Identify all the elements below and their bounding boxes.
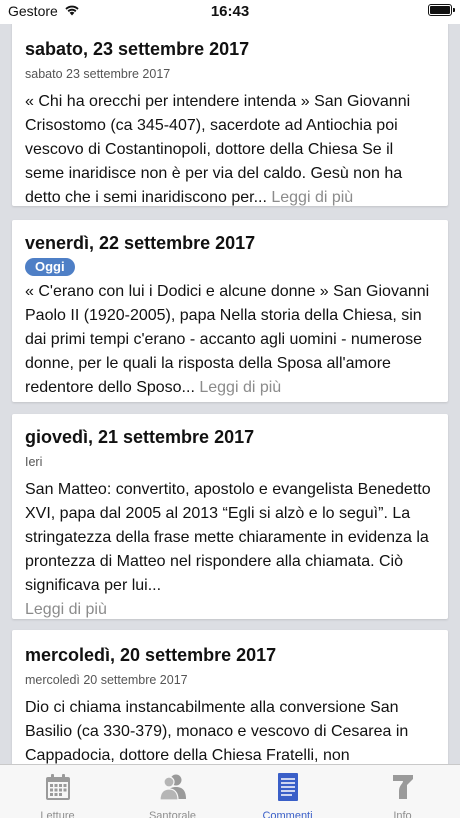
card-excerpt-text: San Matteo: convertito, apostolo e evang… [25, 481, 431, 594]
info-icon [387, 771, 419, 808]
read-more-link[interactable]: Leggi di più [271, 189, 353, 206]
card-subtitle: Ieri [25, 455, 43, 469]
battery-icon [428, 4, 455, 16]
read-more-link[interactable]: Leggi di più [199, 379, 281, 396]
tab-label: Santorale [148, 810, 197, 818]
comment-card[interactable]: venerdì, 22 settembre 2017 Oggi « C'eran… [12, 220, 448, 402]
card-date: mercoledì, 20 settembre 2017 [25, 645, 277, 665]
card-date: venerdì, 22 settembre 2017 [25, 233, 256, 253]
tab-label: Letture [40, 810, 75, 818]
calendar-icon [42, 771, 74, 808]
card-excerpt: San Matteo: convertito, apostolo e evang… [25, 478, 435, 622]
status-bar: Gestore 16:43 [0, 0, 460, 24]
comment-card[interactable]: giovedì, 21 settembre 2017 Ieri San Matt… [12, 414, 448, 619]
card-excerpt: Dio ci chiama instancabilmente alla conv… [25, 696, 435, 764]
comment-card[interactable]: mercoledì, 20 settembre 2017 mercoledì 2… [12, 630, 448, 764]
today-badge: Oggi [25, 258, 75, 276]
people-icon [157, 771, 189, 808]
read-more-link[interactable]: Leggi di più [25, 601, 107, 618]
card-subtitle: sabato 23 settembre 2017 [25, 67, 171, 81]
status-time: 16:43 [210, 3, 250, 20]
tab-label: Info [393, 810, 412, 818]
card-date: giovedì, 21 settembre 2017 [25, 427, 255, 447]
card-excerpt: « Chi ha orecchi per intendere intenda »… [25, 90, 435, 210]
comments-list[interactable]: sabato, 23 settembre 2017 sabato 23 sett… [0, 24, 460, 764]
card-subtitle: mercoledì 20 settembre 2017 [25, 673, 188, 687]
tab-santorale[interactable]: Santorale [115, 765, 230, 818]
card-excerpt-text: Dio ci chiama instancabilmente alla conv… [25, 699, 409, 764]
tab-info[interactable]: Info [345, 765, 460, 818]
comment-card[interactable]: sabato, 23 settembre 2017 sabato 23 sett… [12, 24, 448, 206]
card-excerpt: « C'erano con lui i Dodici e alcune donn… [25, 280, 435, 400]
tab-label: Commenti [262, 810, 313, 818]
card-date: sabato, 23 settembre 2017 [25, 39, 250, 59]
tab-letture[interactable]: Letture [0, 765, 115, 818]
tab-bar: Letture Santorale Commenti Info [0, 764, 460, 818]
document-icon [272, 771, 304, 808]
tab-commenti[interactable]: Commenti [230, 765, 345, 818]
